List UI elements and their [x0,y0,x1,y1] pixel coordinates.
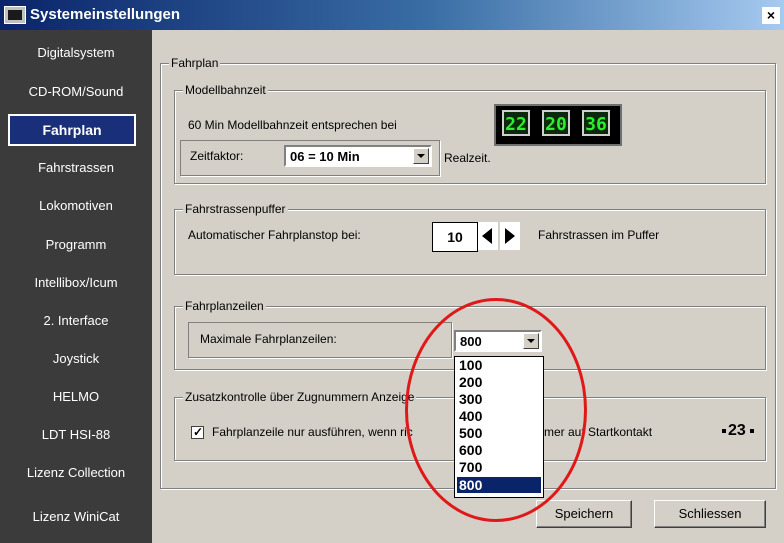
sidebar-item-lizenz-collection[interactable]: Lizenz Collection [0,457,152,489]
fahrplan-group-title: Fahrplan [169,56,221,70]
highlight-ellipse [405,298,587,522]
badge-dot-left [722,429,726,433]
modellbahnzeit-text: 60 Min Modellbahnzeit entsprechen bei [188,118,397,132]
zeitfaktor-value: 06 = 10 Min [290,149,360,164]
clock-minutes: 20 [542,110,570,136]
sidebar-item-joystick[interactable]: Joystick [0,343,152,375]
realzeit-label: Realzeit. [444,151,491,165]
close-icon[interactable]: × [762,7,780,24]
sidebar-item-intellibox[interactable]: Intellibox/Icum [0,267,152,299]
sidebar-item-2-interface[interactable]: 2. Interface [0,305,152,337]
zugnummer-badge: 23 [728,422,746,439]
sidebar: Digitalsystem CD-ROM/Sound Fahrplan Fahr… [0,30,152,543]
title-bar: Systemeinstellungen × [0,0,784,30]
settings-window: Systemeinstellungen × Digitalsystem CD-R… [0,0,784,543]
badge-dot-right [750,429,754,433]
zeilen-title: Fahrplanzeilen [183,299,266,313]
clock-seconds: 36 [582,110,610,136]
puffer-label: Automatischer Fahrplanstop bei: [188,228,361,242]
sidebar-item-ldt-hsi88[interactable]: LDT HSI-88 [0,419,152,451]
zeilen-label: Maximale Fahrplanzeilen: [200,332,337,346]
sidebar-item-digitalsystem[interactable]: Digitalsystem [0,37,152,69]
chevron-down-icon[interactable] [413,148,429,164]
puffer-suffix: Fahrstrassen im Puffer [538,228,660,242]
sidebar-item-programm[interactable]: Programm [0,229,152,261]
sidebar-item-fahrplan[interactable]: Fahrplan [8,114,136,146]
zeitfaktor-label: Zeitfaktor: [190,149,244,163]
zusatz-checkbox[interactable] [191,425,204,439]
clock-hours: 22 [502,110,530,136]
zusatz-title: Zusatzkontrolle über Zugnummern Anzeige [183,390,417,404]
save-button[interactable]: Speichern [536,500,632,528]
close-button[interactable]: Schliessen [654,500,766,528]
sidebar-item-fahrstrassen[interactable]: Fahrstrassen [0,152,152,184]
arrow-right-icon[interactable] [500,222,520,250]
app-icon [4,6,26,24]
puffer-title: Fahrstrassenpuffer [183,202,288,216]
arrow-left-icon[interactable] [478,222,498,250]
model-clock: 22 20 36 [494,104,622,146]
sidebar-item-cdrom-sound[interactable]: CD-ROM/Sound [0,76,152,108]
zeitfaktor-select[interactable]: 06 = 10 Min [284,145,432,167]
sidebar-item-lizenz-winicat[interactable]: Lizenz WiniCat [0,501,152,533]
window-title: Systemeinstellungen [30,6,181,23]
modellbahnzeit-title: Modellbahnzeit [183,83,268,97]
zusatz-text-a: Fahrplanzeile nur ausführen, wenn ric [212,425,413,439]
sidebar-item-helmo[interactable]: HELMO [0,381,152,413]
puffer-value[interactable]: 10 [432,222,478,252]
sidebar-item-lokomotiven[interactable]: Lokomotiven [0,190,152,222]
